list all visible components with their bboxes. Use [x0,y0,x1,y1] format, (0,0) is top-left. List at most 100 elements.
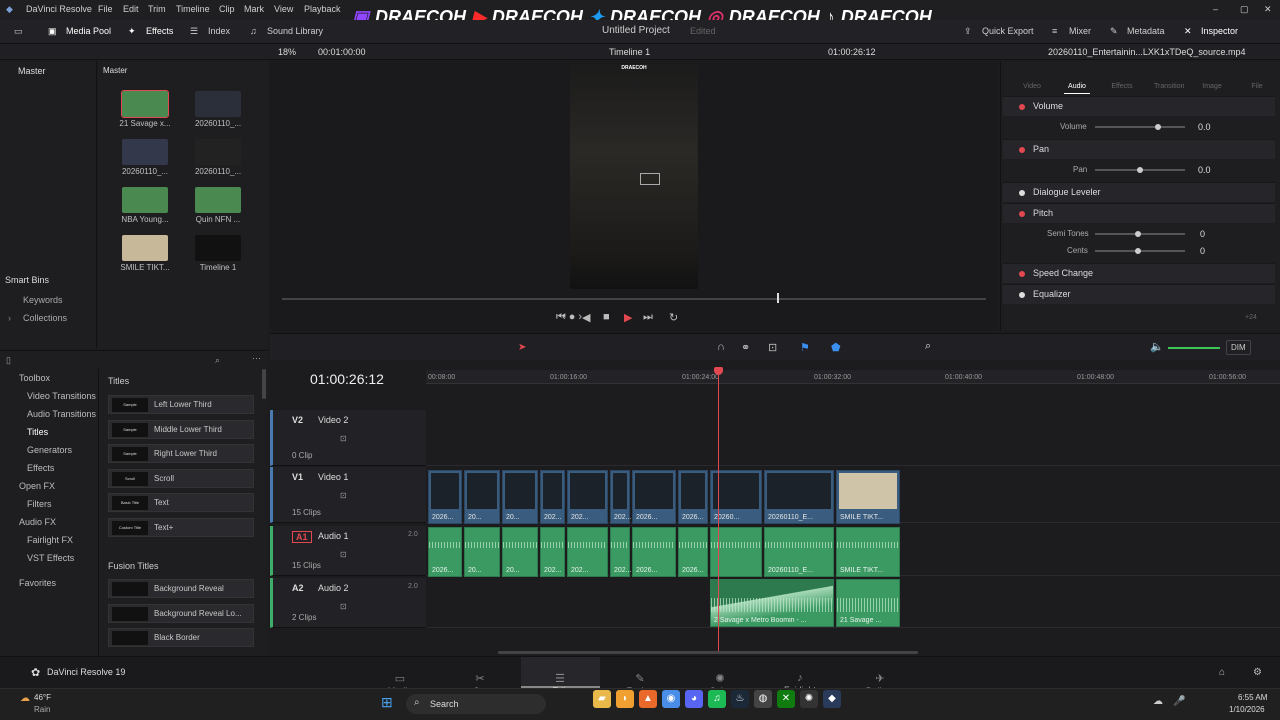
dialogue-leveler-section[interactable]: Dialogue Leveler [1003,182,1275,202]
audio-clip[interactable]: 2026... [678,527,708,577]
go-to-end-icon[interactable]: ⏭ [643,311,653,324]
media-pool-button[interactable]: Media Pool [66,26,111,36]
menu-clip[interactable]: Clip [219,4,235,14]
media-clip-thumbnail[interactable] [195,187,241,213]
video-clip[interactable]: 20... [464,470,500,524]
taskbar-search[interactable]: ⌕ Search [406,694,546,714]
toolbox-item-audio-transitions[interactable]: Audio Transitions [27,409,96,419]
fusion-title-template[interactable]: Black Border [108,628,254,647]
media-clip-thumbnail[interactable] [122,187,168,213]
obs-icon[interactable]: ◍ [754,690,772,708]
video-clip[interactable]: 202... [540,470,565,524]
media-clip-thumbnail[interactable] [195,91,241,117]
file-explorer-icon[interactable]: ▰ [593,690,611,708]
toolbox-item-titles[interactable]: Titles [27,427,48,437]
mixer-button[interactable]: Mixer [1069,26,1091,36]
play-icon[interactable]: ▶ [624,311,632,324]
sound-library-button[interactable]: Sound Library [267,26,323,36]
pitch-section[interactable]: Pitch [1003,203,1275,223]
cloud-icon[interactable]: ☁ [1153,696,1163,707]
video-clip[interactable]: 2026... [678,470,708,524]
fusion-title-template[interactable]: Background Reveal Lo... [108,604,254,623]
quick-export-button[interactable]: Quick Export [982,26,1034,36]
toolbox-item-toolbox[interactable]: Toolbox [19,373,50,383]
volume-value[interactable]: 0.0 [1198,122,1211,132]
menu-playback[interactable]: Playback [304,4,341,14]
semitones-knob[interactable] [1135,231,1141,237]
timeline-name[interactable]: Timeline 1 [609,47,650,57]
snapping-icon[interactable]: ∩ [717,341,725,353]
marker-icon[interactable]: ⬟ [831,341,841,354]
inspector-tab-file[interactable]: File [1244,83,1270,90]
xbox-icon[interactable]: ✕ [777,690,795,708]
video-clip[interactable]: 202... [610,470,632,524]
smart-bin-collections[interactable]: Collections [23,313,67,323]
menu-file[interactable]: File [98,4,113,14]
audio-clip[interactable]: 21 Savage ... [836,579,900,627]
pan-knob[interactable] [1137,167,1143,173]
flag-icon[interactable]: ⚑ [800,341,810,354]
video-clip[interactable]: 202... [567,470,608,524]
audio-clip[interactable]: 202... [567,527,608,577]
toolbox-item-audio-fx[interactable]: Audio FX [19,517,56,527]
dim-button[interactable]: DIM [1226,340,1251,355]
playhead[interactable] [718,370,719,654]
zoom-level[interactable]: 18% [278,47,296,57]
track-lane[interactable] [426,410,1280,466]
toolbox-item-vst-effects[interactable]: VST Effects [27,553,74,563]
video-clip[interactable]: 20260110_E... [764,470,834,524]
audio-clip[interactable]: 202... [610,527,632,577]
audio-clip[interactable]: 2026... [428,527,462,577]
panel-toggle-icon[interactable]: ▯ [6,355,11,366]
media-clip-thumbnail[interactable] [122,139,168,165]
smart-bin-keywords[interactable]: Keywords [23,295,63,305]
chrome-icon[interactable]: ◉ [662,690,680,708]
pan-section[interactable]: Pan [1003,139,1275,159]
audio-clip[interactable]: 20... [464,527,500,577]
inspector-tab-image[interactable]: Image [1199,83,1225,90]
app-icon[interactable]: ▲ [639,690,657,708]
chevron-right-icon[interactable]: › [8,313,11,323]
discord-icon[interactable]: ◕ [685,690,703,708]
toolbox-item-effects[interactable]: Effects [27,463,54,473]
media-clip-thumbnail[interactable] [121,90,169,118]
media-clip-thumbnail[interactable] [195,235,241,261]
fusion-title-template[interactable]: Background Reveal [108,579,254,598]
title-template[interactable]: Sample Left Lower Third [108,395,254,414]
media-clip-thumbnail[interactable] [122,235,168,261]
toolbox-item-generators[interactable]: Generators [27,445,72,455]
inspector-tab-transition[interactable]: Transition [1154,83,1184,90]
home-icon[interactable]: ⌂ [1219,667,1225,678]
settings-icon[interactable]: ⚙ [1253,667,1262,678]
library-scrollbar[interactable] [262,369,266,399]
audio-clip[interactable]: 2 Savage x Metro Boomin - ... [710,579,834,627]
minimize-button[interactable]: – [1213,4,1218,14]
toolbox-item-fairlight-fx[interactable]: Fairlight FX [27,535,73,545]
metadata-button[interactable]: Metadata [1127,26,1165,36]
scrubber-handle[interactable] [777,293,779,303]
master-volume-slider[interactable] [1168,347,1220,349]
menu-timeline[interactable]: Timeline [176,4,210,14]
effects-button[interactable]: Effects [146,26,173,36]
go-to-start-icon[interactable]: ⏮ [556,311,566,324]
toolbox-item-video-transitions[interactable]: Video Transitions [27,391,96,401]
audio-clip[interactable]: 202... [540,527,565,577]
track-lock-icon[interactable]: ⊡ [340,491,347,500]
title-template[interactable]: Custom Title Text+ [108,518,254,537]
index-button[interactable]: Index [208,26,230,36]
video-frame[interactable]: DRAECOH [570,63,698,289]
selection-tool-icon[interactable]: ➤ [518,342,526,353]
volume-section[interactable]: Volume [1003,96,1275,116]
menu-edit[interactable]: Edit [123,4,139,14]
layout-icon[interactable]: ▭ [14,26,23,37]
track-lock-icon[interactable]: ⊡ [340,550,347,559]
volume-slider[interactable] [1095,126,1185,128]
lock-icon[interactable]: ⊡ [768,341,777,354]
menu-trim[interactable]: Trim [148,4,166,14]
inspector-tab-audio[interactable]: Audio [1064,83,1090,90]
title-template[interactable]: Basic Title Text [108,493,254,512]
audio-clip[interactable]: 20... [502,527,538,577]
video-clip[interactable]: SMILE TIKT... [836,470,900,524]
cents-knob[interactable] [1135,248,1141,254]
close-button[interactable]: ✕ [1264,4,1272,15]
